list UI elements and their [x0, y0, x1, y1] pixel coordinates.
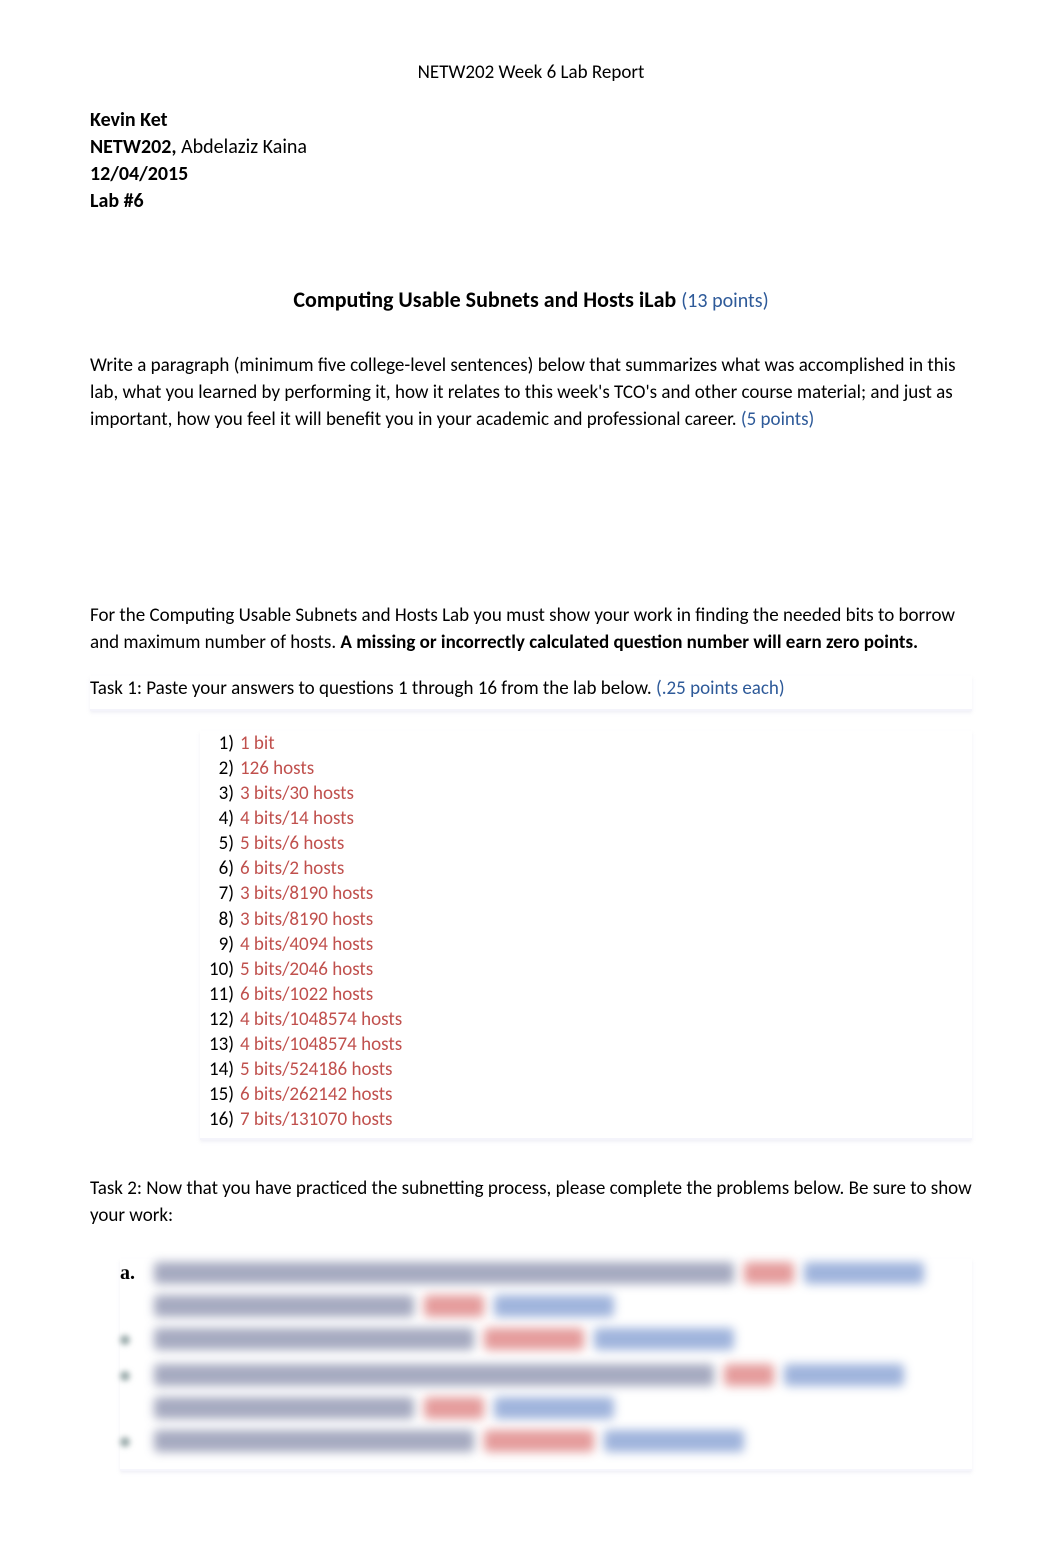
answer-number: 12)	[200, 1007, 234, 1032]
document-title: NETW202 Week 6 Lab Report	[90, 60, 972, 87]
answer-row: 15)6 bits/262142 hosts	[200, 1082, 972, 1107]
answer-number: 11)	[200, 982, 234, 1007]
obscured-segment	[484, 1430, 594, 1452]
task2-item-cont	[120, 1295, 972, 1317]
task1-label: Task 1: Paste your answers to questions …	[90, 676, 972, 711]
task2-item-label: a.	[120, 1259, 154, 1287]
answer-row: 16)7 bits/131070 hosts	[200, 1107, 972, 1132]
obscured-segment	[154, 1364, 714, 1386]
obscured-content	[154, 1262, 972, 1284]
intro-paragraph: Write a paragraph (minimum five college-…	[90, 353, 972, 433]
task1-text: Task 1: Paste your answers to questions …	[90, 677, 656, 700]
task2-item-label	[120, 1361, 154, 1389]
answer-row: 13)4 bits/1048574 hosts	[200, 1032, 972, 1057]
answer-number: 14)	[200, 1057, 234, 1082]
answer-row: 3)3 bits/30 hosts	[200, 781, 972, 806]
answer-row: 1)1 bit	[200, 731, 972, 756]
obscured-segment	[154, 1328, 474, 1350]
obscured-segment	[154, 1262, 734, 1284]
answer-value: 4 bits/1048574 hosts	[240, 1032, 402, 1057]
answer-value: 3 bits/30 hosts	[240, 781, 354, 806]
answer-number: 5)	[200, 831, 234, 856]
section-title-text: Computing Usable Subnets and Hosts iLab	[293, 286, 676, 313]
obscured-segment	[804, 1262, 924, 1284]
answer-value: 5 bits/524186 hosts	[240, 1057, 393, 1082]
obscured-segment	[484, 1328, 584, 1350]
obscured-content	[154, 1328, 972, 1350]
obscured-content	[154, 1397, 972, 1419]
answer-row: 12)4 bits/1048574 hosts	[200, 1007, 972, 1032]
answer-value: 4 bits/14 hosts	[240, 806, 354, 831]
task2-item: a.	[120, 1259, 972, 1287]
student-name: Kevin Ket	[90, 107, 972, 134]
obscured-segment	[594, 1328, 734, 1350]
answer-row: 8)3 bits/8190 hosts	[200, 907, 972, 932]
answer-row: 11)6 bits/1022 hosts	[200, 982, 972, 1007]
answer-row: 2)126 hosts	[200, 756, 972, 781]
answer-number: 9)	[200, 932, 234, 957]
task1-answers: 1)1 bit2)126 hosts3)3 bits/30 hosts4)4 b…	[200, 731, 972, 1140]
answer-number: 6)	[200, 856, 234, 881]
answer-value: 6 bits/262142 hosts	[240, 1082, 393, 1107]
answer-row: 4)4 bits/14 hosts	[200, 806, 972, 831]
task2-items: a.	[120, 1259, 972, 1471]
answer-number: 1)	[200, 731, 234, 756]
answer-value: 6 bits/1022 hosts	[240, 982, 373, 1007]
obscured-segment	[604, 1430, 744, 1452]
answer-number: 4)	[200, 806, 234, 831]
intro-text: Write a paragraph (minimum five college-…	[90, 354, 956, 430]
answer-value: 6 bits/2 hosts	[240, 856, 344, 881]
instructor-name: Abdelaziz Kaina	[181, 135, 307, 159]
answer-row: 7)3 bits/8190 hosts	[200, 881, 972, 906]
answer-row: 14)5 bits/524186 hosts	[200, 1057, 972, 1082]
obscured-content	[154, 1364, 972, 1386]
answer-row: 9)4 bits/4094 hosts	[200, 932, 972, 957]
answer-value: 4 bits/1048574 hosts	[240, 1007, 402, 1032]
answer-value: 3 bits/8190 hosts	[240, 907, 373, 932]
task2-item-cont	[120, 1397, 972, 1419]
answer-number: 10)	[200, 957, 234, 982]
header-block: Kevin Ket NETW202, Abdelaziz Kaina 12/04…	[90, 107, 972, 215]
answer-value: 3 bits/8190 hosts	[240, 881, 373, 906]
answer-row: 10)5 bits/2046 hosts	[200, 957, 972, 982]
course-line: NETW202, Abdelaziz Kaina	[90, 134, 972, 161]
between-text-b: A missing or incorrectly calculated ques…	[340, 631, 918, 654]
answer-value: 5 bits/2046 hosts	[240, 957, 373, 982]
answer-number: 15)	[200, 1082, 234, 1107]
answer-row: 6)6 bits/2 hosts	[200, 856, 972, 881]
section-title: Computing Usable Subnets and Hosts iLab …	[90, 285, 972, 316]
obscured-content	[154, 1430, 972, 1452]
answer-value: 126 hosts	[240, 756, 314, 781]
task1-points: (.25 points each)	[656, 677, 785, 700]
answer-number: 2)	[200, 756, 234, 781]
answer-number: 16)	[200, 1107, 234, 1132]
answer-number: 3)	[200, 781, 234, 806]
answer-space	[90, 453, 972, 603]
date: 12/04/2015	[90, 161, 972, 188]
obscured-segment	[784, 1364, 904, 1386]
answer-number: 7)	[200, 881, 234, 906]
answer-value: 4 bits/4094 hosts	[240, 932, 373, 957]
course-code: NETW202,	[90, 135, 177, 159]
obscured-segment	[724, 1364, 774, 1386]
answer-value: 5 bits/6 hosts	[240, 831, 344, 856]
lab-number: Lab #6	[90, 188, 972, 215]
between-paragraph: For the Computing Usable Subnets and Hos…	[90, 603, 972, 656]
intro-points: (5 points)	[741, 408, 814, 431]
obscured-segment	[154, 1430, 474, 1452]
task2-item-label	[120, 1427, 154, 1455]
task2-item	[120, 1427, 972, 1455]
answer-number: 13)	[200, 1032, 234, 1057]
task2-item	[120, 1325, 972, 1353]
answer-row: 5)5 bits/6 hosts	[200, 831, 972, 856]
obscured-content	[154, 1295, 972, 1317]
obscured-segment	[744, 1262, 794, 1284]
task2-item-label	[120, 1325, 154, 1353]
answer-number: 8)	[200, 907, 234, 932]
task2-label: Task 2: Now that you have practiced the …	[90, 1176, 972, 1229]
section-points: (13 points)	[681, 289, 768, 313]
task2-item	[120, 1361, 972, 1389]
answer-value: 1 bit	[240, 731, 275, 756]
answer-value: 7 bits/131070 hosts	[240, 1107, 393, 1132]
